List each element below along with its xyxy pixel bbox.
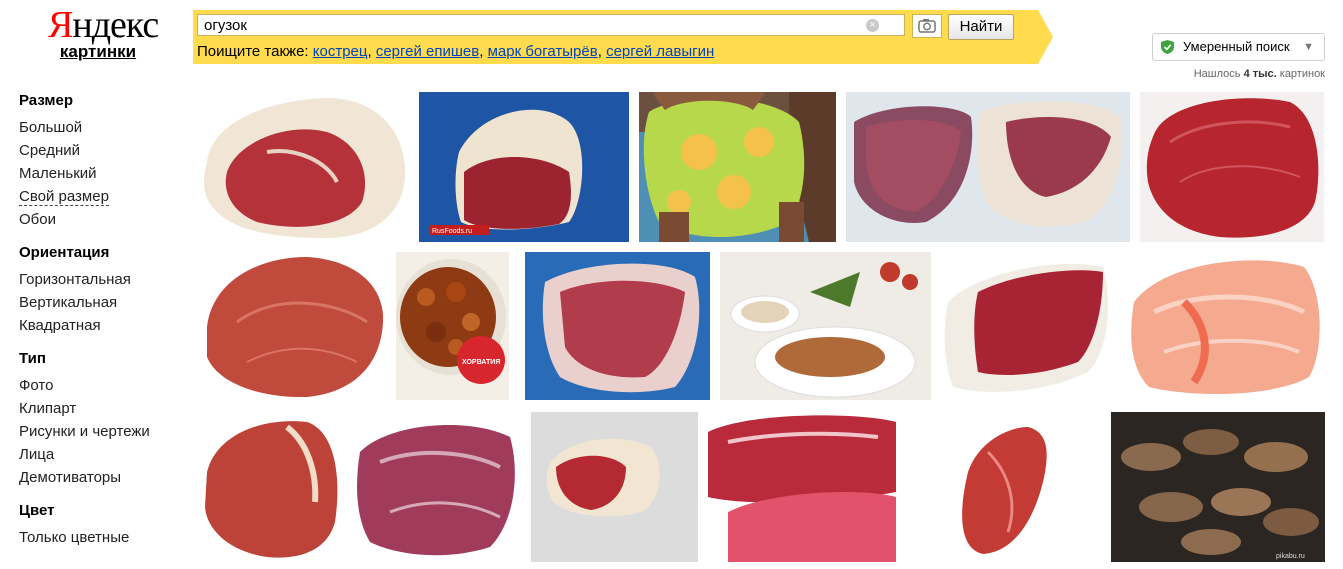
filter-size-medium[interactable]: Средний bbox=[19, 139, 189, 162]
results-count-prefix: Нашлось bbox=[1193, 68, 1244, 80]
meat-image bbox=[944, 263, 1108, 392]
clear-icon[interactable]: × bbox=[866, 19, 879, 32]
results-count-suffix: картинок bbox=[1276, 68, 1325, 80]
meat-image bbox=[708, 415, 896, 562]
chevron-down-icon: ▼ bbox=[1303, 41, 1314, 53]
filter-color-only[interactable]: Только цветные bbox=[19, 526, 189, 549]
image-result[interactable] bbox=[846, 92, 1130, 242]
meat-image bbox=[846, 92, 1130, 242]
filter-group-orientation: Ориентация Горизонтальная Вертикальная К… bbox=[19, 244, 189, 337]
search-button[interactable]: Найти bbox=[948, 14, 1014, 40]
beach-photo-image bbox=[639, 92, 836, 242]
meat-image bbox=[525, 252, 710, 400]
related-link-kostrets[interactable]: кострец bbox=[313, 43, 368, 60]
meat-image bbox=[204, 98, 406, 238]
food-plate-image bbox=[720, 252, 931, 400]
filter-group-title: Ориентация bbox=[19, 244, 110, 261]
filter-type-clipart[interactable]: Клипарт bbox=[19, 397, 189, 420]
camera-icon bbox=[918, 19, 936, 33]
related-searches: Поищите также: кострец, сергей епишев, м… bbox=[197, 43, 715, 60]
filter-type-faces[interactable]: Лица bbox=[19, 443, 189, 466]
image-result[interactable] bbox=[525, 252, 710, 400]
watermark-text: RusFoods.ru bbox=[432, 228, 472, 235]
related-label: Поищите также: bbox=[197, 43, 309, 60]
image-result[interactable] bbox=[938, 252, 1116, 400]
image-result[interactable]: pikabu.ru bbox=[1111, 412, 1325, 562]
meat-image bbox=[1131, 260, 1320, 394]
filter-size-custom-label: Свой размер bbox=[19, 188, 109, 206]
image-result[interactable] bbox=[1124, 252, 1326, 400]
safe-search-dropdown[interactable]: Умеренный поиск ▼ bbox=[1152, 33, 1325, 61]
filter-size-wallpaper[interactable]: Обои bbox=[19, 208, 189, 231]
filter-size-small[interactable]: Маленький bbox=[19, 162, 189, 185]
filter-group-type: Тип Фото Клипарт Рисунки и чертежи Лица … bbox=[19, 350, 189, 489]
camera-search-button[interactable] bbox=[912, 14, 942, 38]
image-result[interactable]: ХОРВАТИЯ bbox=[396, 252, 509, 400]
meat-image bbox=[531, 412, 698, 562]
meat-image bbox=[357, 425, 515, 556]
meat-image bbox=[962, 427, 1047, 554]
meat-image bbox=[1146, 98, 1319, 238]
watermark-text: pikabu.ru bbox=[1276, 553, 1305, 560]
stew-image: ХОРВАТИЯ bbox=[396, 252, 509, 400]
image-result[interactable] bbox=[531, 412, 698, 562]
image-result[interactable] bbox=[639, 92, 836, 242]
image-result[interactable] bbox=[938, 412, 1102, 562]
related-link-epishev[interactable]: сергей епишев bbox=[376, 43, 479, 60]
image-result[interactable] bbox=[197, 92, 411, 242]
filter-group-title: Размер bbox=[19, 92, 74, 109]
meat-image: RusFoods.ru bbox=[419, 92, 629, 242]
filters-sidebar: Размер Большой Средний Маленький Свой ра… bbox=[19, 92, 189, 562]
filter-size-custom[interactable]: Свой размер bbox=[19, 185, 189, 208]
image-result[interactable]: RusFoods.ru bbox=[419, 92, 629, 242]
filter-orientation-vertical[interactable]: Вертикальная bbox=[19, 291, 189, 314]
meat-image bbox=[205, 421, 338, 558]
fried-meat-image: pikabu.ru bbox=[1111, 412, 1325, 562]
filter-orientation-square[interactable]: Квадратная bbox=[19, 314, 189, 337]
related-link-lavygin[interactable]: сергей лавыгин bbox=[606, 43, 714, 60]
logo-service-link[interactable]: картинки bbox=[48, 42, 148, 62]
safe-search-label: Умеренный поиск bbox=[1183, 39, 1290, 54]
filter-size-large[interactable]: Большой bbox=[19, 116, 189, 139]
image-result[interactable] bbox=[197, 252, 387, 400]
filter-group-title: Тип bbox=[19, 350, 46, 367]
shield-icon bbox=[1161, 40, 1174, 54]
label-text: ХОРВАТИЯ bbox=[462, 359, 500, 366]
related-link-bogatyrev[interactable]: марк богатырёв bbox=[488, 43, 598, 60]
meat-image bbox=[207, 257, 384, 398]
filter-group-title: Цвет bbox=[19, 502, 55, 519]
logo-wordmark: Яндекс bbox=[48, 4, 159, 46]
search-bar: огузок × Найти Поищите также: кострец, с… bbox=[193, 10, 1053, 64]
image-result[interactable] bbox=[1140, 92, 1324, 242]
filter-group-size: Размер Большой Средний Маленький Свой ра… bbox=[19, 92, 189, 231]
filter-type-drawings[interactable]: Рисунки и чертежи bbox=[19, 420, 189, 443]
filter-type-demotivators[interactable]: Демотиваторы bbox=[19, 466, 189, 489]
image-result[interactable] bbox=[708, 412, 898, 562]
image-result[interactable] bbox=[350, 412, 521, 562]
filter-type-photo[interactable]: Фото bbox=[19, 374, 189, 397]
search-input[interactable]: огузок bbox=[197, 14, 905, 36]
results-count-number: 4 тыс. bbox=[1243, 68, 1277, 80]
results-count: Нашлось 4 тыс. картинок bbox=[1194, 68, 1325, 80]
image-result[interactable] bbox=[720, 252, 931, 400]
filter-orientation-horizontal[interactable]: Горизонтальная bbox=[19, 268, 189, 291]
filter-group-color: Цвет Только цветные bbox=[19, 502, 189, 549]
yandex-logo[interactable]: Яндекс картинки bbox=[48, 4, 159, 62]
image-result[interactable] bbox=[197, 412, 343, 562]
